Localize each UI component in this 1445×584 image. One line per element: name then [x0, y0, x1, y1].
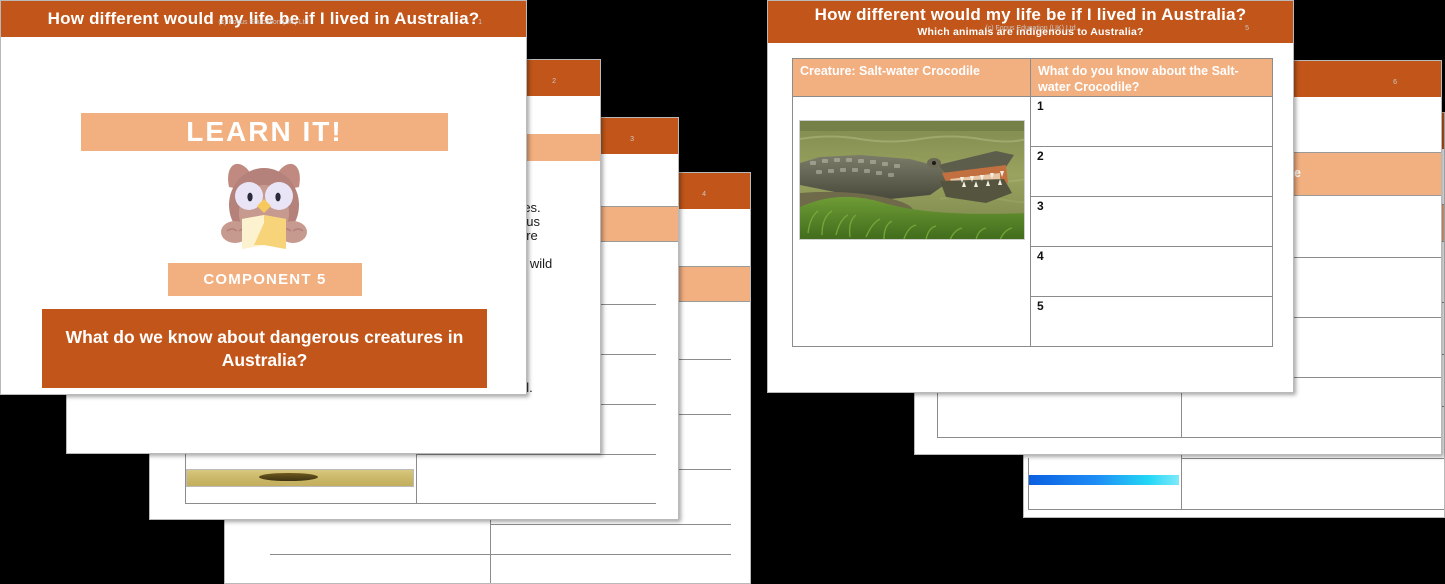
rule-4-5 — [270, 554, 731, 555]
rule-4-4 — [491, 524, 731, 525]
saltwater-crocodile-photo — [799, 120, 1025, 240]
snake-photo-sliver-3 — [186, 469, 414, 487]
creature-column: Creature: Salt-water Crocodile — [793, 59, 1031, 346]
question-banner: What do we know about dangerous creature… — [42, 309, 487, 388]
rule-7-4 — [1182, 458, 1444, 459]
slide-footer-5: (c) Focus Education (UK) Ltd 5 — [768, 23, 1293, 33]
table-row[interactable]: 4 — [1031, 247, 1272, 297]
rule-6-4 — [937, 437, 1441, 438]
slide-footer-1: (c) Focus Education (UK) Ltd 1 — [1, 17, 526, 27]
component-label: COMPONENT 5 — [203, 271, 327, 288]
knowledge-column: What do you know about the Salt-water Cr… — [1031, 59, 1272, 346]
footer-text-5: (c) Focus Education (UK) Ltd — [985, 24, 1076, 32]
creature-column-header: Creature: Salt-water Crocodile — [793, 59, 1030, 97]
rule-3-4 — [417, 454, 656, 455]
table-row[interactable]: 3 — [1031, 197, 1272, 247]
owl-reading-icon — [209, 153, 319, 253]
jellyfish-photo-sliver-7 — [1029, 475, 1179, 485]
knowledge-rows: 1 2 3 4 5 — [1031, 97, 1272, 347]
rule-7-5 — [1028, 509, 1444, 510]
slide-stack-canvas: ralia? e Bull (c) Focus Education (UK) L… — [0, 0, 1445, 584]
snake-shape — [259, 472, 319, 482]
page-number-6: 6 — [1393, 78, 1397, 86]
creature-knowledge-table: Creature: Salt-water Crocodile What do y… — [792, 58, 1273, 347]
page-number-4: 4 — [702, 190, 706, 198]
page-number-2: 2 — [552, 77, 556, 85]
question-text: What do we know about dangerous creature… — [65, 326, 464, 370]
component-banner: COMPONENT 5 — [168, 263, 362, 296]
slide-header-5: How different would my life be if I live… — [768, 1, 1293, 43]
rule-3-5 — [185, 503, 656, 504]
table-row[interactable]: 1 — [1031, 97, 1272, 147]
page-number-5: 5 — [1245, 24, 1249, 32]
table-row[interactable]: 2 — [1031, 147, 1272, 197]
page-number-3: 3 — [630, 135, 634, 143]
learn-it-label: LEARN IT! — [186, 116, 343, 147]
knowledge-column-header: What do you know about the Salt-water Cr… — [1031, 59, 1272, 97]
creature-chip-6: e — [1285, 152, 1441, 196]
table-row[interactable]: 5 — [1031, 297, 1272, 347]
slide-header-title-5: How different would my life be if I live… — [814, 4, 1247, 24]
slide-thumbnail-5[interactable]: How different would my life be if I live… — [767, 0, 1294, 393]
slide-thumbnail-1[interactable]: How different would my life be if I live… — [0, 0, 527, 395]
learn-it-banner: LEARN IT! — [81, 113, 448, 151]
creature-chip-label-6-line1: e — [1294, 166, 1301, 181]
page-number-1: 1 — [478, 18, 482, 26]
footer-text-1: (c) Focus Education (UK) Ltd — [218, 18, 309, 26]
